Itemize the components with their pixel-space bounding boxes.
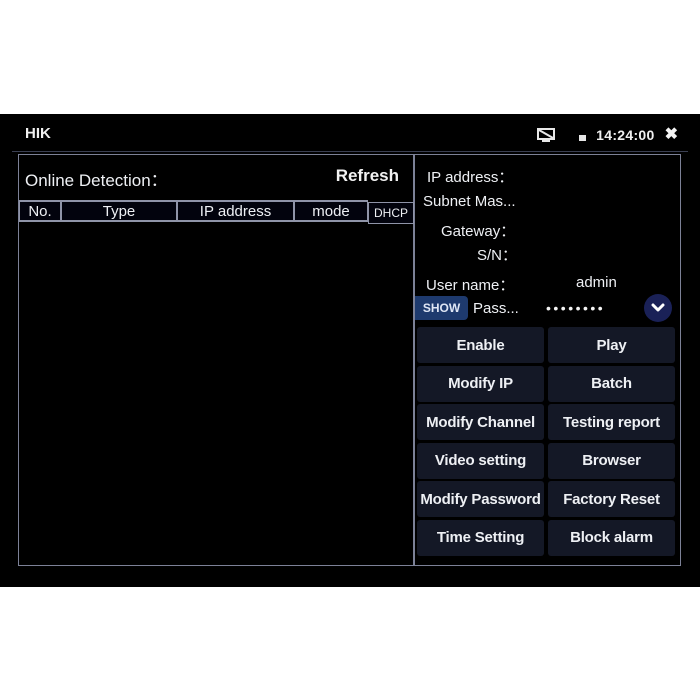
enable-button[interactable]: Enable [417,327,544,363]
column-header-no[interactable]: No. [19,200,61,222]
batch-button[interactable]: Batch [548,365,675,402]
password-field[interactable]: •••••••• [546,300,605,316]
refresh-button[interactable]: Refresh [336,166,399,186]
online-detection-panel: Online Detection： Refresh No. Type IP ad… [18,154,414,566]
screen-cast-off-icon [537,128,556,142]
modify-channel-button[interactable]: Modify Channel [417,404,544,441]
ip-address-label: IP address： [427,169,514,186]
app-title: HIK [25,125,51,142]
column-header-ip-address[interactable]: IP address [177,200,294,222]
browser-button[interactable]: Browser [548,442,675,479]
gateway-label: Gateway： [441,223,516,240]
factory-reset-button[interactable]: Factory Reset [548,481,675,518]
video-setting-button[interactable]: Video setting [417,442,544,479]
play-button[interactable]: Play [548,327,675,363]
status-divider [12,151,688,152]
device-table-body[interactable] [19,222,413,565]
clock: 14:24:00 [596,127,655,143]
device-screen: HIK 14:24:00 ✖ Online Detection： Refresh… [0,114,700,587]
device-table-header: No. Type IP address mode DHCP [19,200,414,224]
testing-report-button[interactable]: Testing report [548,404,675,441]
modify-ip-button[interactable]: Modify IP [417,365,544,402]
username-label: User name： [426,277,515,294]
column-header-dhcp[interactable]: DHCP [368,202,414,224]
close-icon[interactable]: ✖ [665,127,678,143]
status-bar: HIK 14:24:00 ✖ [0,114,700,152]
chevron-down-icon [651,303,665,312]
time-setting-button[interactable]: Time Setting [417,519,544,556]
action-buttons: Enable Play Modify IP Batch Modify Chann… [417,327,677,556]
modify-password-button[interactable]: Modify Password [417,481,544,518]
column-header-type[interactable]: Type [61,200,177,222]
status-indicators: 14:24:00 ✖ [537,127,678,143]
online-detection-title: Online Detection： [25,171,168,190]
column-header-mode[interactable]: mode [294,200,368,222]
username-value[interactable]: admin [576,274,617,291]
sn-label: S/N： [477,247,518,264]
battery-icon [579,135,587,141]
show-password-button[interactable]: SHOW [415,296,468,320]
block-alarm-button[interactable]: Block alarm [548,519,675,556]
password-label: Pass... [473,300,519,317]
device-info-panel: IP address： Subnet Mas... Gateway： S/N： … [414,154,681,566]
user-dropdown-button[interactable] [644,294,672,322]
subnet-mask-label: Subnet Mas... [423,193,516,210]
